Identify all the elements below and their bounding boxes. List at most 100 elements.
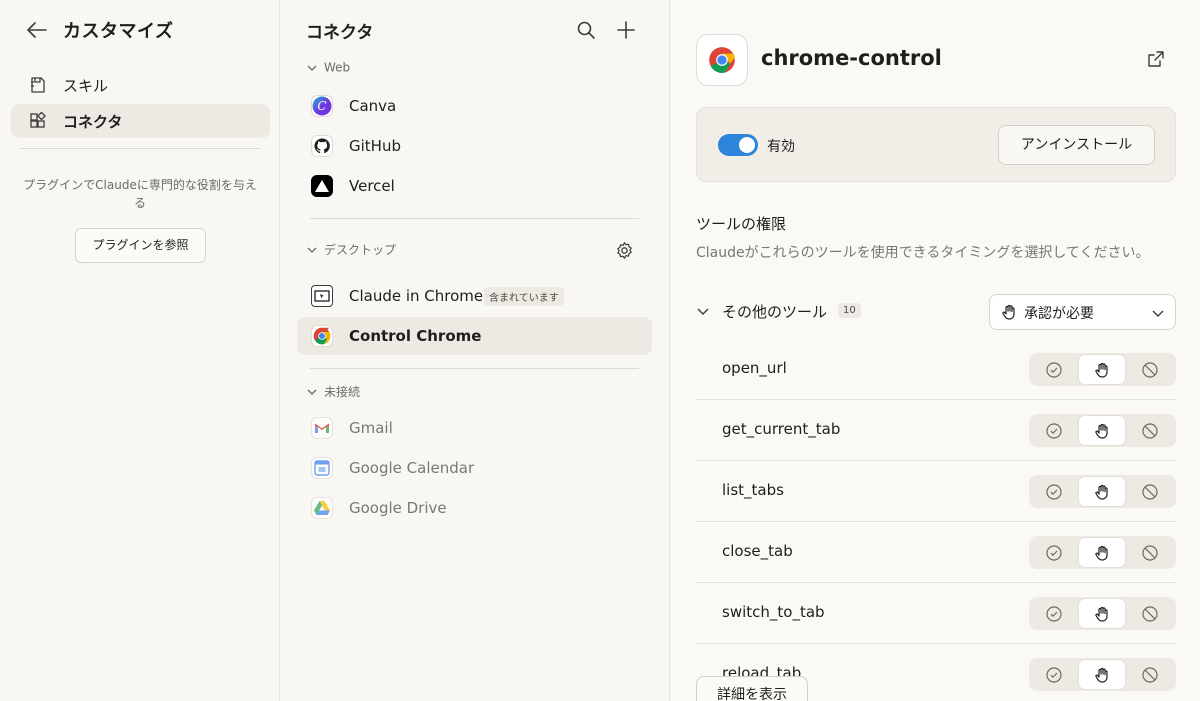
block-icon: [1142, 605, 1158, 622]
page-title: カスタマイズ: [63, 21, 174, 42]
divider: [310, 218, 639, 219]
connector-name: Google Calendar: [349, 459, 475, 477]
skills-icon: [29, 76, 47, 94]
connector-item-vercel[interactable]: Vercel: [297, 167, 652, 205]
block-option[interactable]: [1127, 599, 1173, 628]
hand-icon: [1094, 667, 1110, 683]
tool-row: close_tab: [696, 522, 1176, 583]
require-approval-option[interactable]: [1079, 477, 1125, 506]
check-circle-icon: [1046, 422, 1062, 439]
enable-toggle[interactable]: [718, 134, 758, 156]
require-approval-option[interactable]: [1079, 660, 1125, 689]
always-allow-option[interactable]: [1031, 355, 1077, 384]
chevron-down-icon: [306, 386, 318, 398]
external-link-icon[interactable]: [1147, 50, 1165, 68]
block-option[interactable]: [1127, 660, 1173, 689]
search-icon[interactable]: [576, 20, 596, 40]
block-option[interactable]: [1127, 416, 1173, 445]
section-label: 未接続: [324, 385, 361, 399]
connector-item-canva[interactable]: C Canva: [297, 87, 652, 125]
claude-in-chrome-icon: [311, 285, 333, 307]
add-icon[interactable]: [616, 20, 636, 40]
approval-value: 承認が必要: [1024, 306, 1094, 322]
block-option[interactable]: [1127, 477, 1173, 506]
github-icon: [311, 135, 333, 157]
always-allow-option[interactable]: [1031, 538, 1077, 567]
check-circle-icon: [1046, 605, 1062, 622]
connector-detail-panel: chrome-control 有効 アンインストール ツールの権限 Claude…: [670, 0, 1200, 701]
block-icon: [1142, 544, 1158, 561]
permission-selector: [1029, 658, 1176, 691]
sidebar-item-skills[interactable]: スキル: [11, 68, 270, 102]
section-header-web[interactable]: Web: [306, 60, 350, 75]
section-label: デスクトップ: [324, 243, 397, 257]
uninstall-button[interactable]: アンインストール: [998, 125, 1155, 165]
chrome-icon: [696, 34, 748, 86]
tool-count-badge: 10: [838, 303, 861, 318]
connector-item-github[interactable]: GitHub: [297, 127, 652, 165]
hand-icon: [1094, 606, 1110, 622]
permission-selector: [1029, 536, 1176, 569]
sidebar-item-label: スキル: [63, 77, 109, 95]
group-approval-dropdown[interactable]: 承認が必要: [989, 294, 1176, 330]
section-header-not-connected[interactable]: 未接続: [306, 383, 360, 400]
block-option[interactable]: [1127, 355, 1173, 384]
tool-row: get_current_tab: [696, 400, 1176, 461]
require-approval-option[interactable]: [1079, 538, 1125, 567]
gear-icon[interactable]: [615, 241, 634, 260]
block-icon: [1142, 666, 1158, 683]
browse-plugins-button[interactable]: プラグインを参照: [75, 228, 206, 263]
hand-icon: [1094, 423, 1110, 439]
section-label: Web: [324, 60, 351, 75]
plugin-promo-text: プラグインでClaudeに専門的な役割を与える: [23, 178, 257, 210]
always-allow-option[interactable]: [1031, 416, 1077, 445]
tool-row: switch_to_tab: [696, 583, 1176, 644]
connector-item-google-calendar[interactable]: Google Calendar: [297, 449, 652, 487]
connector-item-claude-in-chrome[interactable]: Claude in Chrome 含まれています: [297, 277, 652, 315]
require-approval-option[interactable]: [1079, 599, 1125, 628]
connector-item-gmail[interactable]: Gmail: [297, 409, 652, 447]
always-allow-option[interactable]: [1031, 660, 1077, 689]
vercel-icon: [311, 175, 333, 197]
require-approval-option[interactable]: [1079, 416, 1125, 445]
tool-permissions-title: ツールの権限: [696, 215, 787, 233]
sidebar-item-connectors[interactable]: コネクタ: [11, 104, 270, 138]
tool-permissions-description: Claudeがこれらのツールを使用できるタイミングを選択してください。: [696, 245, 1150, 261]
google-calendar-icon: [311, 457, 333, 479]
check-circle-icon: [1046, 544, 1062, 561]
connector-name: Vercel: [349, 177, 395, 195]
chevron-down-icon: [1151, 307, 1165, 321]
connector-title: chrome-control: [761, 46, 942, 70]
always-allow-option[interactable]: [1031, 599, 1077, 628]
included-badge: 含まれています: [484, 287, 564, 306]
chevron-down-icon: [696, 304, 710, 318]
connector-name: Claude in Chrome: [349, 287, 484, 305]
section-header-desktop[interactable]: デスクトップ: [306, 241, 396, 258]
canva-icon: C: [311, 95, 333, 117]
customize-sidebar: カスタマイズ スキル コネクタ プラグインでClaudeに専門的な役割を与える …: [0, 0, 280, 701]
chevron-down-icon: [306, 62, 318, 74]
block-option[interactable]: [1127, 538, 1173, 567]
connector-item-google-drive[interactable]: Google Drive: [297, 489, 652, 527]
block-icon: [1142, 361, 1158, 378]
hand-icon: [1094, 362, 1110, 378]
gmail-icon: [311, 417, 333, 439]
check-circle-icon: [1046, 483, 1062, 500]
svg-text:C: C: [317, 99, 326, 113]
check-circle-icon: [1046, 361, 1062, 378]
tool-group-label: その他のツール: [722, 303, 828, 321]
connectors-icon: [29, 112, 47, 130]
connector-name: Canva: [349, 97, 397, 115]
tool-name: get_current_tab: [722, 420, 841, 438]
enable-card: 有効 アンインストール: [696, 107, 1176, 182]
tool-name: close_tab: [722, 542, 793, 560]
tool-row: list_tabs: [696, 461, 1176, 522]
connector-list-title: コネクタ: [306, 23, 374, 43]
block-icon: [1142, 483, 1158, 500]
require-approval-option[interactable]: [1079, 355, 1125, 384]
connector-item-control-chrome[interactable]: Control Chrome: [297, 317, 652, 355]
back-arrow-icon[interactable]: [26, 20, 48, 40]
permission-selector: [1029, 597, 1176, 630]
always-allow-option[interactable]: [1031, 477, 1077, 506]
show-details-button[interactable]: 詳細を表示: [696, 676, 808, 701]
